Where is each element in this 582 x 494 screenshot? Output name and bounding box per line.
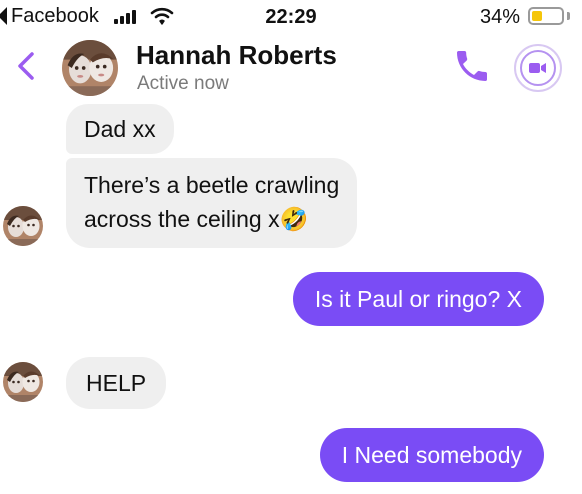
battery-fill: [532, 11, 542, 21]
contact-avatar-small[interactable]: [3, 206, 43, 246]
active-status: Active now: [137, 73, 229, 94]
rolling-laughing-emoji: 🤣: [279, 206, 309, 232]
message-text-line: There’s a beetle crawling: [84, 172, 340, 198]
message-text: I Need somebody: [341, 442, 522, 468]
message-text: Is it Paul or ringo? X: [314, 286, 522, 312]
video-call-button[interactable]: [514, 44, 562, 92]
message-text: HELP: [86, 370, 147, 396]
message-bubble-outgoing[interactable]: I Need somebody: [319, 428, 544, 482]
message-bubble-incoming[interactable]: HELP: [66, 357, 167, 409]
battery-nub: [567, 12, 570, 20]
phone-icon[interactable]: [452, 46, 492, 86]
message-text-line: across the ceiling x: [84, 206, 280, 232]
message-bubble-outgoing[interactable]: Is it Paul or ringo? X: [292, 272, 544, 326]
contact-avatar[interactable]: [62, 40, 118, 96]
battery-icon: [528, 7, 564, 25]
video-camera-icon: [529, 63, 546, 73]
contact-name[interactable]: Hannah Roberts: [136, 40, 337, 71]
message-bubble-incoming[interactable]: There’s a beetle crawling across the cei…: [66, 158, 358, 248]
contact-avatar-small[interactable]: [3, 362, 43, 402]
status-bar: Facebook 22:29 34%: [0, 0, 582, 34]
conversation-header: Hannah Roberts Active now: [0, 34, 582, 102]
battery-percent: 34%: [479, 6, 520, 28]
message-text: Dad xx: [84, 116, 156, 142]
back-chevron-icon[interactable]: [8, 46, 42, 86]
message-bubble-incoming[interactable]: Dad xx: [66, 104, 174, 154]
